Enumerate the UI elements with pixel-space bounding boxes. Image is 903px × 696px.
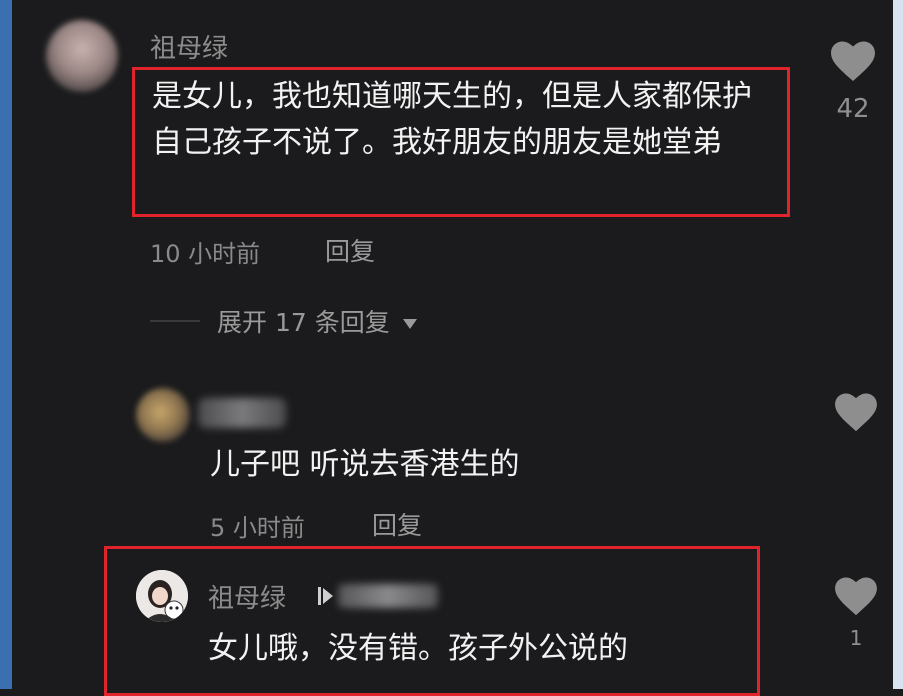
play-icon [318, 587, 333, 605]
like-button[interactable] [834, 576, 878, 616]
comment-text: 女儿哦，没有错。孩子外公说的 [208, 631, 628, 666]
left-edge-strip [0, 0, 12, 689]
avatar-image [136, 570, 188, 622]
avatar[interactable] [136, 570, 188, 622]
like-count: 42 [836, 94, 870, 124]
blurred-username [198, 398, 286, 428]
reply-button[interactable]: 回复 [325, 232, 375, 268]
blurred-username [338, 584, 438, 608]
right-edge-strip [893, 0, 903, 689]
heart-icon [835, 577, 877, 616]
comment-username[interactable]: 祖母绿 [150, 28, 228, 65]
comment-text: 是女儿，我也知道哪天生的，但是人家都保护自己孩子不说了。我好朋友的朋友是她堂弟 [152, 79, 752, 160]
author-badge [318, 586, 334, 610]
highlight-box [104, 546, 760, 696]
expand-divider [150, 320, 200, 322]
avatar[interactable] [46, 20, 118, 92]
avatar[interactable] [136, 388, 190, 442]
expand-replies-label: 展开 17 条回复 [217, 308, 390, 337]
like-count: 1 [849, 626, 863, 650]
comment-timestamp: 10 小时前 [150, 240, 261, 268]
reply-button[interactable]: 回复 [372, 506, 422, 542]
like-button[interactable] [834, 392, 878, 432]
comment-timestamp: 5 小时前 [210, 514, 305, 542]
comment-text: 儿子吧 听说去香港生的 [210, 447, 520, 482]
caret-down-icon [402, 319, 417, 329]
heart-icon [831, 41, 875, 82]
comment-username[interactable]: 祖母绿 [208, 578, 286, 615]
like-button[interactable] [830, 40, 876, 82]
comment-panel: 祖母绿 是女儿，我也知道哪天生的，但是人家都保护自己孩子不说了。我好朋友的朋友是… [12, 0, 893, 696]
expand-replies-button[interactable]: 展开 17 条回复 [217, 303, 418, 339]
heart-icon [835, 393, 877, 432]
